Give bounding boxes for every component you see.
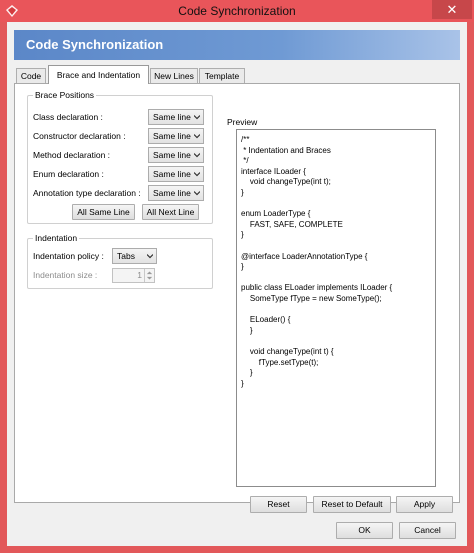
preview-group: Preview /** * Indentation and Braces */i… bbox=[225, 117, 449, 497]
code-line: FAST, SAFE, COMPLETE bbox=[241, 219, 343, 229]
indentation-size-value: 1 bbox=[137, 270, 142, 280]
apply-button[interactable]: Apply bbox=[396, 496, 453, 513]
chevron-down-icon bbox=[194, 134, 200, 139]
close-icon: ✕ bbox=[446, 2, 458, 17]
code-line: */ bbox=[241, 156, 249, 166]
preview-title: Preview bbox=[225, 117, 260, 127]
indentation-size-stepper[interactable]: 1 bbox=[112, 268, 155, 283]
code-line: public class ELoader implements ILoader … bbox=[241, 283, 393, 293]
cancel-button[interactable]: Cancel bbox=[399, 522, 456, 539]
brace-positions-group: Brace Positions Class declaration : Same… bbox=[27, 90, 213, 224]
code-line: enum LoaderType { bbox=[241, 209, 311, 219]
chevron-down-icon bbox=[194, 153, 200, 158]
brace-positions-title: Brace Positions bbox=[33, 90, 97, 100]
dialog-window: Code Synchronization ✕ Code Synchronizat… bbox=[0, 0, 474, 553]
code-line: void changeType(int t); bbox=[241, 177, 331, 187]
tab-code[interactable]: Code bbox=[16, 68, 46, 84]
spinner-arrows-icon[interactable] bbox=[144, 269, 154, 282]
annotation-type-declaration-select[interactable]: Same line bbox=[148, 185, 204, 201]
all-next-line-button[interactable]: All Next Line bbox=[142, 204, 199, 220]
indentation-title: Indentation bbox=[33, 233, 80, 243]
code-line: } bbox=[241, 325, 253, 335]
enum-declaration-label: Enum declaration : bbox=[33, 169, 104, 179]
method-declaration-select[interactable]: Same line bbox=[148, 147, 204, 163]
close-button[interactable]: ✕ bbox=[432, 0, 472, 19]
code-line: SomeType fType = new SomeType(); bbox=[241, 294, 382, 303]
tab-brace-and-indentation[interactable]: Brace and Indentation bbox=[48, 65, 149, 84]
indentation-policy-select[interactable]: Tabs bbox=[112, 248, 157, 264]
tab-template[interactable]: Template bbox=[199, 68, 245, 84]
reset-button[interactable]: Reset bbox=[250, 496, 307, 513]
chevron-down-icon bbox=[147, 254, 153, 259]
tab-new-lines[interactable]: New Lines bbox=[150, 68, 198, 84]
window-title: Code Synchronization bbox=[178, 4, 296, 18]
title-bar[interactable]: Code Synchronization ✕ bbox=[0, 0, 474, 22]
enum-declaration-select[interactable]: Same line bbox=[148, 166, 204, 182]
header-banner: Code Synchronization bbox=[14, 30, 460, 60]
reset-to-default-button[interactable]: Reset to Default bbox=[313, 496, 391, 513]
code-line: } bbox=[241, 188, 244, 197]
class-declaration-select[interactable]: Same line bbox=[148, 109, 204, 125]
code-line: void changeType(int t) { bbox=[241, 347, 334, 356]
code-line: interface ILoader { bbox=[241, 166, 306, 176]
code-line: @interface LoaderAnnotationType { bbox=[241, 251, 368, 261]
preview-code-area[interactable]: /** * Indentation and Braces */interface… bbox=[236, 129, 436, 487]
constructor-declaration-select[interactable]: Same line bbox=[148, 128, 204, 144]
chevron-down-icon bbox=[194, 172, 200, 177]
code-line: } bbox=[241, 262, 244, 272]
header-title: Code Synchronization bbox=[26, 37, 164, 52]
code-line: } bbox=[241, 368, 253, 378]
chevron-down-icon bbox=[194, 115, 200, 120]
code-line: } bbox=[241, 230, 244, 240]
method-declaration-label: Method declaration : bbox=[33, 150, 111, 160]
code-line: /** bbox=[241, 135, 250, 144]
constructor-declaration-label: Constructor declaration : bbox=[33, 131, 126, 141]
code-line: fType.setType(t); bbox=[241, 357, 319, 367]
dialog-content: Code Synchronization Code Brace and Inde… bbox=[7, 22, 467, 546]
all-same-line-button[interactable]: All Same Line bbox=[72, 204, 135, 220]
class-declaration-label: Class declaration : bbox=[33, 112, 103, 122]
annotation-type-declaration-label: Annotation type declaration : bbox=[33, 188, 141, 198]
indentation-group: Indentation Indentation policy : Tabs In… bbox=[27, 233, 213, 289]
code-line: ELoader() { bbox=[241, 315, 291, 325]
chevron-down-icon bbox=[194, 191, 200, 196]
tab-panel-brace-indentation: Brace Positions Class declaration : Same… bbox=[14, 83, 460, 503]
code-line: * Indentation and Braces bbox=[241, 145, 331, 155]
indentation-size-label: Indentation size : bbox=[33, 270, 98, 280]
ok-button[interactable]: OK bbox=[336, 522, 393, 539]
code-line: } bbox=[241, 378, 244, 388]
indentation-policy-label: Indentation policy : bbox=[33, 251, 104, 261]
